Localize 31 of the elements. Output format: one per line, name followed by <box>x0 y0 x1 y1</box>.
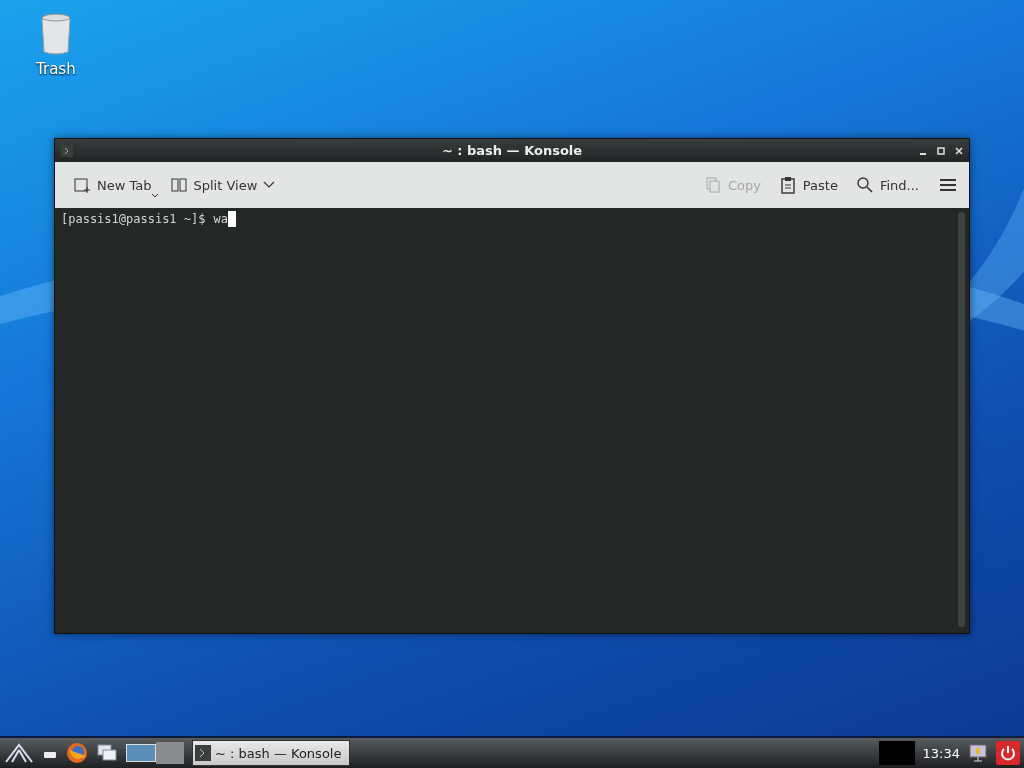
chevron-down-icon <box>263 181 276 189</box>
scrollbar[interactable] <box>958 212 965 627</box>
search-icon <box>855 176 874 194</box>
terminal-icon <box>61 144 73 157</box>
clock[interactable]: 13:34 <box>922 745 960 761</box>
menu-icon[interactable] <box>939 178 957 192</box>
split-view-icon <box>169 176 188 194</box>
window-title: ~ : bash — Konsole <box>440 143 584 158</box>
workspace-pager[interactable] <box>126 744 156 762</box>
browser-icon[interactable] <box>66 742 88 764</box>
terminal-icon <box>195 745 211 761</box>
close-icon[interactable] <box>955 146 963 155</box>
taskbar-task[interactable]: ~ : bash — Konsole <box>192 740 351 766</box>
start-menu-icon[interactable] <box>4 742 34 764</box>
caret-icon <box>151 194 158 198</box>
typed-command-text: wa <box>213 212 228 226</box>
command-prompt: [passis1@passis1 ~]$ <box>61 212 206 226</box>
clipboard-icon <box>778 176 797 194</box>
paste-button[interactable]: Paste <box>776 172 840 198</box>
copy-icon <box>703 176 722 194</box>
split-button[interactable]: Split View <box>167 172 278 198</box>
find-button[interactable]: Find... <box>853 172 921 198</box>
text-cursor <box>227 211 236 227</box>
new-tab-button[interactable]: New Tab <box>71 172 154 198</box>
network-monitor-icon[interactable] <box>968 743 988 763</box>
new-tab-icon <box>73 176 91 194</box>
maximize-icon[interactable] <box>937 146 945 155</box>
power-icon[interactable] <box>996 741 1020 765</box>
windows-icon[interactable] <box>96 743 118 763</box>
terminal-area[interactable]: [passis1@passis1 ~]$ wa <box>55 208 969 633</box>
tray-block <box>878 741 915 765</box>
